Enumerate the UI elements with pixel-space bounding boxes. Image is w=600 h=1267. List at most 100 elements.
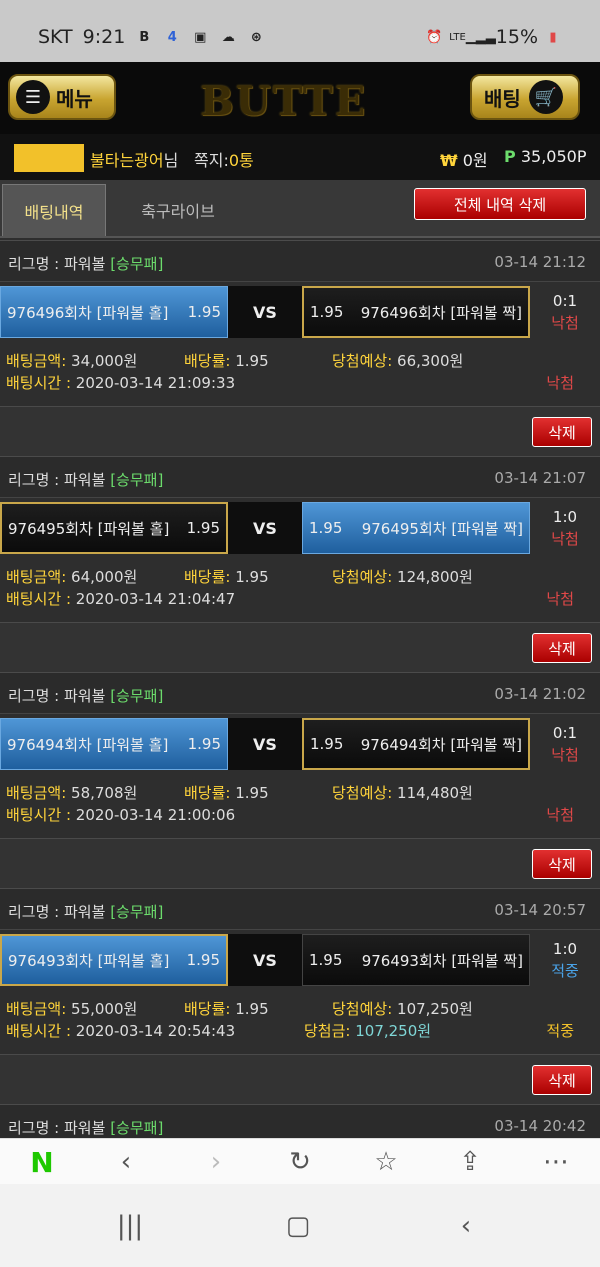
time-value: 2020-03-14 21:09:33 (75, 374, 236, 392)
expected-label: 당첨예상: (332, 784, 398, 802)
bet-item: 리그명 : 파워볼 [승무패] 03-14 20:57 976493회차 [파워… (0, 888, 600, 1104)
away-name: 976494회차 [파워볼 짝] (360, 735, 522, 754)
point-balance: P 35,050P (504, 147, 586, 166)
bet-header: 리그명 : 파워볼 [승무패] 03-14 20:57 (0, 888, 600, 930)
bet-slip-button[interactable]: 배팅 🛒 (470, 74, 580, 120)
time-value: 2020-03-14 21:04:47 (75, 590, 236, 608)
score-cell: 0:1 낙첨 (530, 718, 600, 770)
bet-odds: 배당률: 1.95 (184, 782, 269, 803)
back-icon[interactable]: ‹ (106, 1145, 146, 1179)
away-pick[interactable]: 1.95 976493회차 [파워볼 짝] (302, 934, 530, 986)
alarm-icon: ⏰ (426, 29, 443, 45)
score-cell: 1:0 낙첨 (530, 502, 600, 554)
menu-button[interactable]: ☰ 메뉴 (8, 74, 116, 120)
away-pick[interactable]: 1.95 976496회차 [파워볼 짝] (302, 286, 530, 338)
score-cell: 0:1 낙첨 (530, 286, 600, 338)
delete-button[interactable]: 삭제 (532, 849, 592, 879)
league-prefix: 리그명 : (8, 471, 64, 489)
bet-odds: 배당률: 1.95 (184, 350, 269, 371)
match-row: 976495회차 [파워볼 홀] 1.95 VS 1.95 976495회차 [파워… (0, 502, 600, 554)
tab-bet-history[interactable]: 배팅내역 (2, 184, 106, 236)
match-result: 낙첨 (551, 530, 579, 548)
system-nav-bar: ||| ▢ ‹ (0, 1184, 600, 1267)
expected-value: 114,480원 (397, 784, 473, 802)
away-pick[interactable]: 1.95 976494회차 [파워볼 짝] (302, 718, 530, 770)
match-row: 976496회차 [파워볼 홀] 1.95 VS 1.95 976496회차 [파워… (0, 286, 600, 338)
home-pick[interactable]: 976494회차 [파워볼 홀] 1.95 (0, 718, 228, 770)
amount-label: 배팅금액: (6, 1000, 72, 1018)
amount-value: 58,708원 (71, 784, 138, 802)
vs-label: VS (228, 286, 302, 338)
battery-icon: ▮ (549, 29, 557, 45)
bet-header: 리그명 : 파워볼 [승무패] 03-14 21:12 (0, 240, 600, 282)
point-icon: P (504, 147, 516, 166)
match-row: 976493회차 [파워볼 홀] 1.95 VS 1.95 976493회차 [파워… (0, 934, 600, 986)
signal-icon: ▁▂▃ (465, 29, 496, 45)
league-name: 파워볼 (64, 687, 106, 705)
expected-value: 66,300원 (397, 352, 464, 370)
bet-type-tag: [승무패] (110, 903, 164, 921)
bookmark-star-icon[interactable]: ☆ (366, 1145, 406, 1179)
away-name: 976493회차 [파워볼 짝] (361, 951, 523, 970)
league-name: 파워볼 (64, 1119, 106, 1137)
bet-info: 배팅금액: 34,000원 배당률: 1.95 당첨예상: 66,300원 배팅… (0, 344, 600, 398)
network-label: LTE (449, 31, 466, 43)
bet-type-tag: [승무패] (110, 471, 164, 489)
bet-header: 리그명 : 파워볼 [승무패] 03-14 21:02 (0, 672, 600, 714)
time-label: 배팅시간 : (6, 374, 76, 392)
delete-all-history-button[interactable]: 전체 내역 삭제 (414, 188, 586, 220)
list-icon: ☰ (16, 80, 50, 114)
bet-time: 배팅시간 : 2020-03-14 20:54:43 (6, 1020, 235, 1041)
league-name: 파워볼 (64, 255, 106, 273)
bet-header-partial: 리그명 : 파워볼 [승무패] 03-14 20:42 (0, 1104, 600, 1138)
match-result: 낙첨 (551, 746, 579, 764)
home-pick[interactable]: 976493회차 [파워볼 홀] 1.95 (0, 934, 228, 986)
match-result: 적중 (551, 962, 579, 980)
more-icon[interactable]: ⋯ (536, 1145, 576, 1179)
final-result: 낙첨 (546, 806, 574, 824)
home-pick[interactable]: 976495회차 [파워볼 홀] 1.95 (0, 502, 228, 554)
final-result: 적중 (546, 1022, 574, 1040)
home-odds: 1.95 (187, 303, 221, 321)
away-odds: 1.95 (309, 519, 343, 537)
delete-button[interactable]: 삭제 (532, 1065, 592, 1095)
system-back-icon[interactable]: ‹ (446, 1208, 486, 1244)
away-odds: 1.95 (309, 951, 343, 969)
bet-odds: 배당률: 1.95 (184, 566, 269, 587)
recent-apps-icon[interactable]: ||| (110, 1208, 150, 1244)
app-icon: 4 (167, 29, 177, 45)
odds-label: 배당률: (184, 568, 236, 586)
bet-odds: 배당률: 1.95 (184, 998, 269, 1019)
delete-button[interactable]: 삭제 (532, 417, 592, 447)
amount-label: 배팅금액: (6, 352, 72, 370)
home-odds: 1.95 (187, 735, 221, 753)
user-name: 불타는광어님 (90, 147, 178, 171)
share-icon[interactable]: ⇪ (450, 1145, 490, 1179)
naver-home-icon[interactable]: N (22, 1145, 62, 1179)
expected-win: 당첨예상: 66,300원 (332, 350, 463, 371)
bet-date: 03-14 21:02 (494, 685, 586, 703)
b-app-icon: B (139, 29, 150, 45)
expected-value: 124,800원 (397, 568, 473, 586)
league-label: 리그명 : 파워볼 [승무패] (8, 253, 163, 274)
league-prefix: 리그명 : (8, 687, 64, 705)
tab-soccer-live[interactable]: 축구라이브 (126, 184, 230, 236)
top-header: ☰ 메뉴 BUTTE 배팅 🛒 (0, 62, 600, 134)
away-name: 976496회차 [파워볼 짝] (360, 303, 522, 322)
delete-button[interactable]: 삭제 (532, 633, 592, 663)
bet-item: 리그명 : 파워볼 [승무패] 03-14 21:02 976494회차 [파워… (0, 672, 600, 888)
home-pick[interactable]: 976496회차 [파워볼 홀] 1.95 (0, 286, 228, 338)
bet-amount: 배팅금액: 58,708원 (6, 782, 137, 803)
messages-link[interactable]: 쪽지:0통 (194, 147, 254, 171)
refresh-icon[interactable]: ↻ (280, 1145, 320, 1179)
bet-date: 03-14 21:07 (494, 469, 586, 487)
bet-footer: 삭제 (0, 406, 600, 456)
site-logo[interactable]: BUTTE (200, 78, 370, 125)
away-pick[interactable]: 1.95 976495회차 [파워볼 짝] (302, 502, 530, 554)
bet-amount: 배팅금액: 34,000원 (6, 350, 137, 371)
bet-time: 배팅시간 : 2020-03-14 21:04:47 (6, 588, 235, 609)
home-name: 976495회차 [파워볼 홀] (8, 519, 170, 538)
forward-icon[interactable]: › (196, 1145, 236, 1179)
home-icon[interactable]: ▢ (278, 1208, 318, 1244)
final-result: 낙첨 (546, 374, 574, 392)
